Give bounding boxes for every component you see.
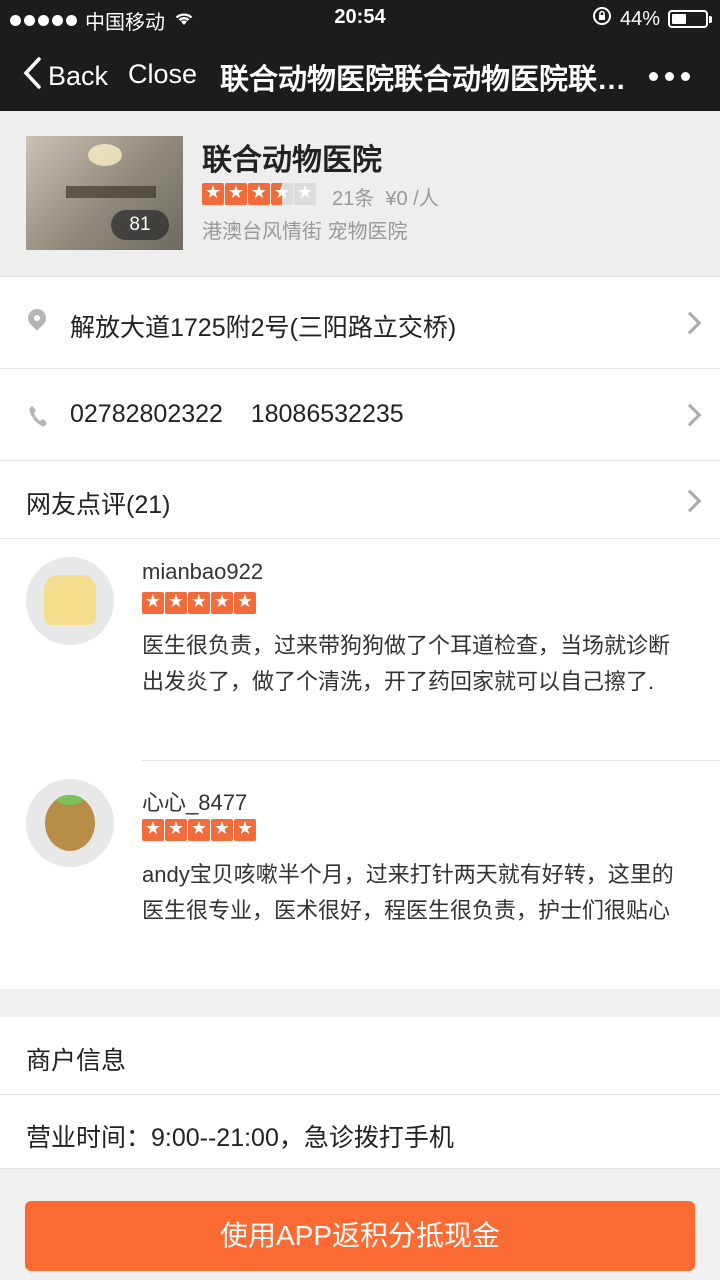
star-icon [188,818,210,841]
review-count: 21条 [332,188,375,210]
star-icon [142,591,164,614]
merchant-info-title: 商户信息 [26,1047,127,1075]
star-icon [165,818,187,841]
nav-bar: Back Close 联合动物医院联合动物医院联合动物医院 [0,38,720,111]
photo-count-badge: 81 [111,210,169,240]
shop-photo[interactable]: 81 [26,136,183,250]
price-per-person: ¥0 /人 [385,188,439,210]
chevron-right-icon [678,489,702,513]
star-icon [211,818,233,841]
review-text: 医生很负责，过来带狗狗做了个耳道检查，当场就诊断出发炎了，做了个清洗，开了药回家… [142,633,671,694]
shop-category: 港澳台风情街 宠物医院 [202,221,408,243]
merchant-info-header: 商户信息 [0,1017,720,1095]
back-label: Back [48,61,109,91]
chevron-left-icon [22,56,42,97]
business-hours-row: 营业时间：9:00--21:00，急诊拨打手机 [0,1095,720,1169]
review-user: 心心_8477 [142,790,248,815]
shop-rating-stars [202,182,316,205]
review-rating-stars [142,818,256,841]
phone-row[interactable]: 02782802322 18086532235 [0,369,720,461]
battery-icon [668,10,712,28]
battery-percent: 44% [619,7,660,30]
use-app-button[interactable]: 使用APP返积分抵现金 [25,1201,695,1271]
toast-avatar-icon [44,575,96,625]
review-item[interactable]: mianbao922 医生很负责，过来带狗狗做了个耳道检查，当场就诊断出发炎了，… [0,539,720,761]
star-icon [142,818,164,841]
review-item[interactable]: 心心_8477 andy宝贝咳嗽半个月，过来打针两天就有好转，这里的医生很专业，… [0,761,720,989]
star-icon [211,591,233,614]
star-icon [234,591,256,614]
avatar [26,779,114,867]
chevron-right-icon [678,403,702,427]
review-text: andy宝贝咳嗽半个月，过来打针两天就有好转，这里的医生很专业，医术很好，程医生… [142,862,674,923]
star-icon [188,591,210,614]
star-icon [248,182,270,205]
shop-header: 81 联合动物医院 21条 ¥0 /人 港澳台风情街 宠物医院 [0,111,720,277]
address-row[interactable]: 解放大道1725附2号(三阳路立交桥) [0,277,720,369]
reviews-section: 网友点评(21) mianbao922 医生很负责，过来带狗狗做了个耳道检查，当… [0,461,720,989]
star-icon [234,818,256,841]
page-title: 联合动物医院联合动物医院联合动物医院 [220,64,638,96]
address-text: 解放大道1725附2号(三阳路立交桥) [70,314,457,342]
status-bar: 中国移动 20:54 44% [0,0,720,38]
shop-meta: 21条 ¥0 /人 [332,182,439,211]
back-button[interactable]: Back [22,56,108,97]
star-empty-icon [294,182,316,205]
chevron-right-icon [678,311,702,335]
location-pin-icon [24,305,50,331]
reviews-header[interactable]: 网友点评(21) [0,461,720,539]
review-rating-stars [142,591,256,614]
reviews-title: 网友点评(21) [26,491,171,519]
star-half-icon [271,182,293,205]
avatar [26,557,114,645]
orientation-lock-icon [592,6,612,32]
phone-numbers[interactable]: 02782802322 18086532235 [70,400,404,429]
kiwi-avatar-icon [45,795,95,851]
status-right: 44% [592,6,712,32]
more-dots-icon[interactable] [649,72,690,81]
review-user: mianbao922 [142,559,264,584]
star-icon [165,591,187,614]
star-icon [202,182,224,205]
shop-name: 联合动物医院 [202,144,382,177]
star-icon [225,182,247,205]
business-hours: 营业时间：9:00--21:00，急诊拨打手机 [26,1124,454,1152]
phone-icon [28,405,48,433]
close-button[interactable]: Close [128,59,197,90]
